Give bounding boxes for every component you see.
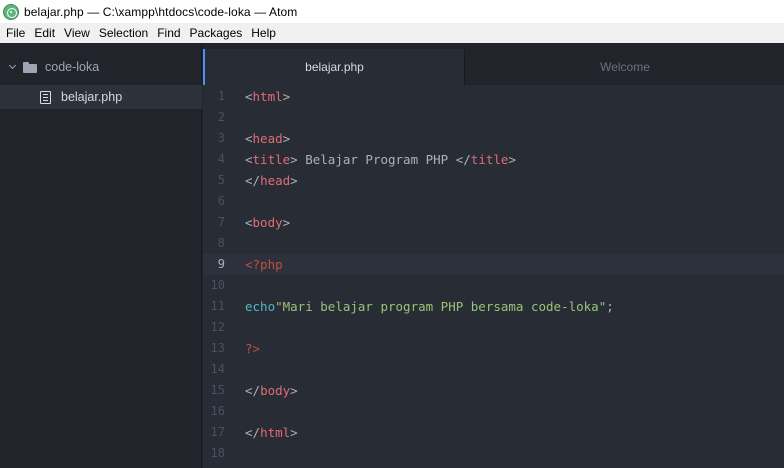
code-token: head — [252, 131, 283, 146]
code-line[interactable]: 4 <title> Belajar Program PHP </title> — [203, 149, 784, 170]
code-token: > — [282, 131, 291, 146]
code-line[interactable]: 12 — [203, 317, 784, 338]
folder-icon — [23, 61, 37, 73]
code-token: < — [245, 89, 253, 104]
code-token: < — [245, 131, 253, 146]
code-text: </html> — [245, 422, 298, 443]
code-token: </ — [245, 425, 261, 440]
chevron-down-icon[interactable] — [8, 62, 18, 72]
code-line[interactable]: 17 </html> — [203, 422, 784, 443]
code-token: html — [260, 425, 291, 440]
menu-view[interactable]: View — [60, 26, 94, 40]
code-token: echo — [245, 299, 276, 314]
code-token: title — [470, 152, 509, 167]
tree-file-label: belajar.php — [61, 90, 123, 104]
tab-welcome[interactable]: Welcome — [466, 49, 784, 85]
tree-folder-label: code-loka — [45, 60, 100, 74]
tree-view: code-loka belajar.php — [0, 43, 202, 468]
tree-folder-code-loka[interactable]: code-loka — [0, 56, 202, 78]
code-line[interactable]: 5 </head> — [203, 170, 784, 191]
code-editor[interactable]: 1 <html> 2 3 <head> 4 <title> Belajar Program … — [203, 85, 784, 468]
menu-find[interactable]: Find — [153, 26, 184, 40]
code-token: html — [252, 89, 283, 104]
line-number: 2 — [217, 110, 225, 124]
line-number: 1 — [217, 89, 225, 103]
code-token: </ — [245, 173, 261, 188]
window-title: belajar.php — C:\xampp\htdocs\code-loka … — [24, 4, 298, 19]
tab-bar: belajar.php Welcome — [203, 43, 784, 85]
code-line[interactable]: 1 <html> — [203, 86, 784, 107]
code-token: <?php — [245, 257, 283, 272]
line-number: 6 — [217, 194, 225, 208]
line-number: 10 — [210, 278, 225, 292]
code-text: <body> — [245, 212, 290, 233]
code-token: "Mari belajar program PHP bersama code-l… — [275, 299, 607, 314]
menu-file[interactable]: File — [2, 26, 29, 40]
code-line[interactable]: 10 — [203, 275, 784, 296]
code-line[interactable]: 11 echo"Mari belajar program PHP bersama … — [203, 296, 784, 317]
code-line[interactable]: 2 — [203, 107, 784, 128]
code-line[interactable]: 9 <?php — [203, 254, 784, 275]
code-token: title — [252, 152, 291, 167]
line-number: 3 — [217, 131, 225, 145]
code-token: </ — [245, 383, 261, 398]
code-text: <html> — [245, 86, 290, 107]
code-line[interactable]: 15 </body> — [203, 380, 784, 401]
code-token: > — [508, 152, 516, 167]
line-number: 18 — [210, 446, 225, 460]
code-token: ?> — [245, 341, 261, 356]
code-line[interactable]: 13 ?> — [203, 338, 784, 359]
code-token: > — [282, 215, 291, 230]
line-number: 16 — [210, 404, 225, 418]
code-line[interactable]: 3 <head> — [203, 128, 784, 149]
code-token: < — [245, 152, 253, 167]
line-number: 17 — [210, 425, 225, 439]
line-number: 11 — [210, 299, 225, 313]
line-number: 9 — [217, 257, 225, 271]
code-line[interactable]: 16 — [203, 401, 784, 422]
code-token: ; — [606, 299, 614, 314]
menu-selection[interactable]: Selection — [95, 26, 152, 40]
code-token: > — [290, 383, 298, 398]
line-number: 14 — [210, 362, 225, 376]
code-token: > Belajar Program PHP </ — [290, 152, 471, 167]
menu-bar: File Edit View Selection Find Packages H… — [0, 23, 784, 43]
atom-logo-icon — [3, 3, 19, 20]
code-line[interactable]: 7 <body> — [203, 212, 784, 233]
code-text: ?> — [245, 338, 260, 359]
title-bar: belajar.php — C:\xampp\htdocs\code-loka … — [0, 0, 784, 23]
line-number: 12 — [210, 320, 225, 334]
code-line[interactable]: 18 — [203, 443, 784, 464]
code-text: <title> Belajar Program PHP </title> — [245, 149, 516, 170]
code-line[interactable]: 8 — [203, 233, 784, 254]
code-line[interactable]: 6 — [203, 191, 784, 212]
code-text: </body> — [245, 380, 298, 401]
line-number: 7 — [217, 215, 225, 229]
line-number: 8 — [217, 236, 225, 250]
code-text: echo"Mari belajar program PHP bersama co… — [245, 296, 614, 317]
code-token: < — [245, 215, 253, 230]
tab-belajar-php[interactable]: belajar.php — [203, 49, 465, 85]
line-number: 5 — [217, 173, 225, 187]
line-number: 4 — [217, 152, 225, 166]
code-line[interactable]: 14 — [203, 359, 784, 380]
line-number: 13 — [210, 341, 225, 355]
menu-help[interactable]: Help — [247, 26, 280, 40]
code-token: > — [290, 173, 298, 188]
code-token: > — [290, 425, 298, 440]
code-text: <head> — [245, 128, 290, 149]
code-text: </head> — [245, 170, 298, 191]
tree-file-belajar-php[interactable]: belajar.php — [0, 85, 202, 109]
code-text: <?php — [245, 254, 283, 275]
code-token: body — [260, 383, 291, 398]
menu-packages[interactable]: Packages — [186, 26, 247, 40]
menu-edit[interactable]: Edit — [30, 26, 59, 40]
code-token: > — [282, 89, 291, 104]
file-text-icon — [40, 90, 51, 104]
line-number: 15 — [210, 383, 225, 397]
code-token: body — [252, 215, 283, 230]
code-token: head — [260, 173, 291, 188]
